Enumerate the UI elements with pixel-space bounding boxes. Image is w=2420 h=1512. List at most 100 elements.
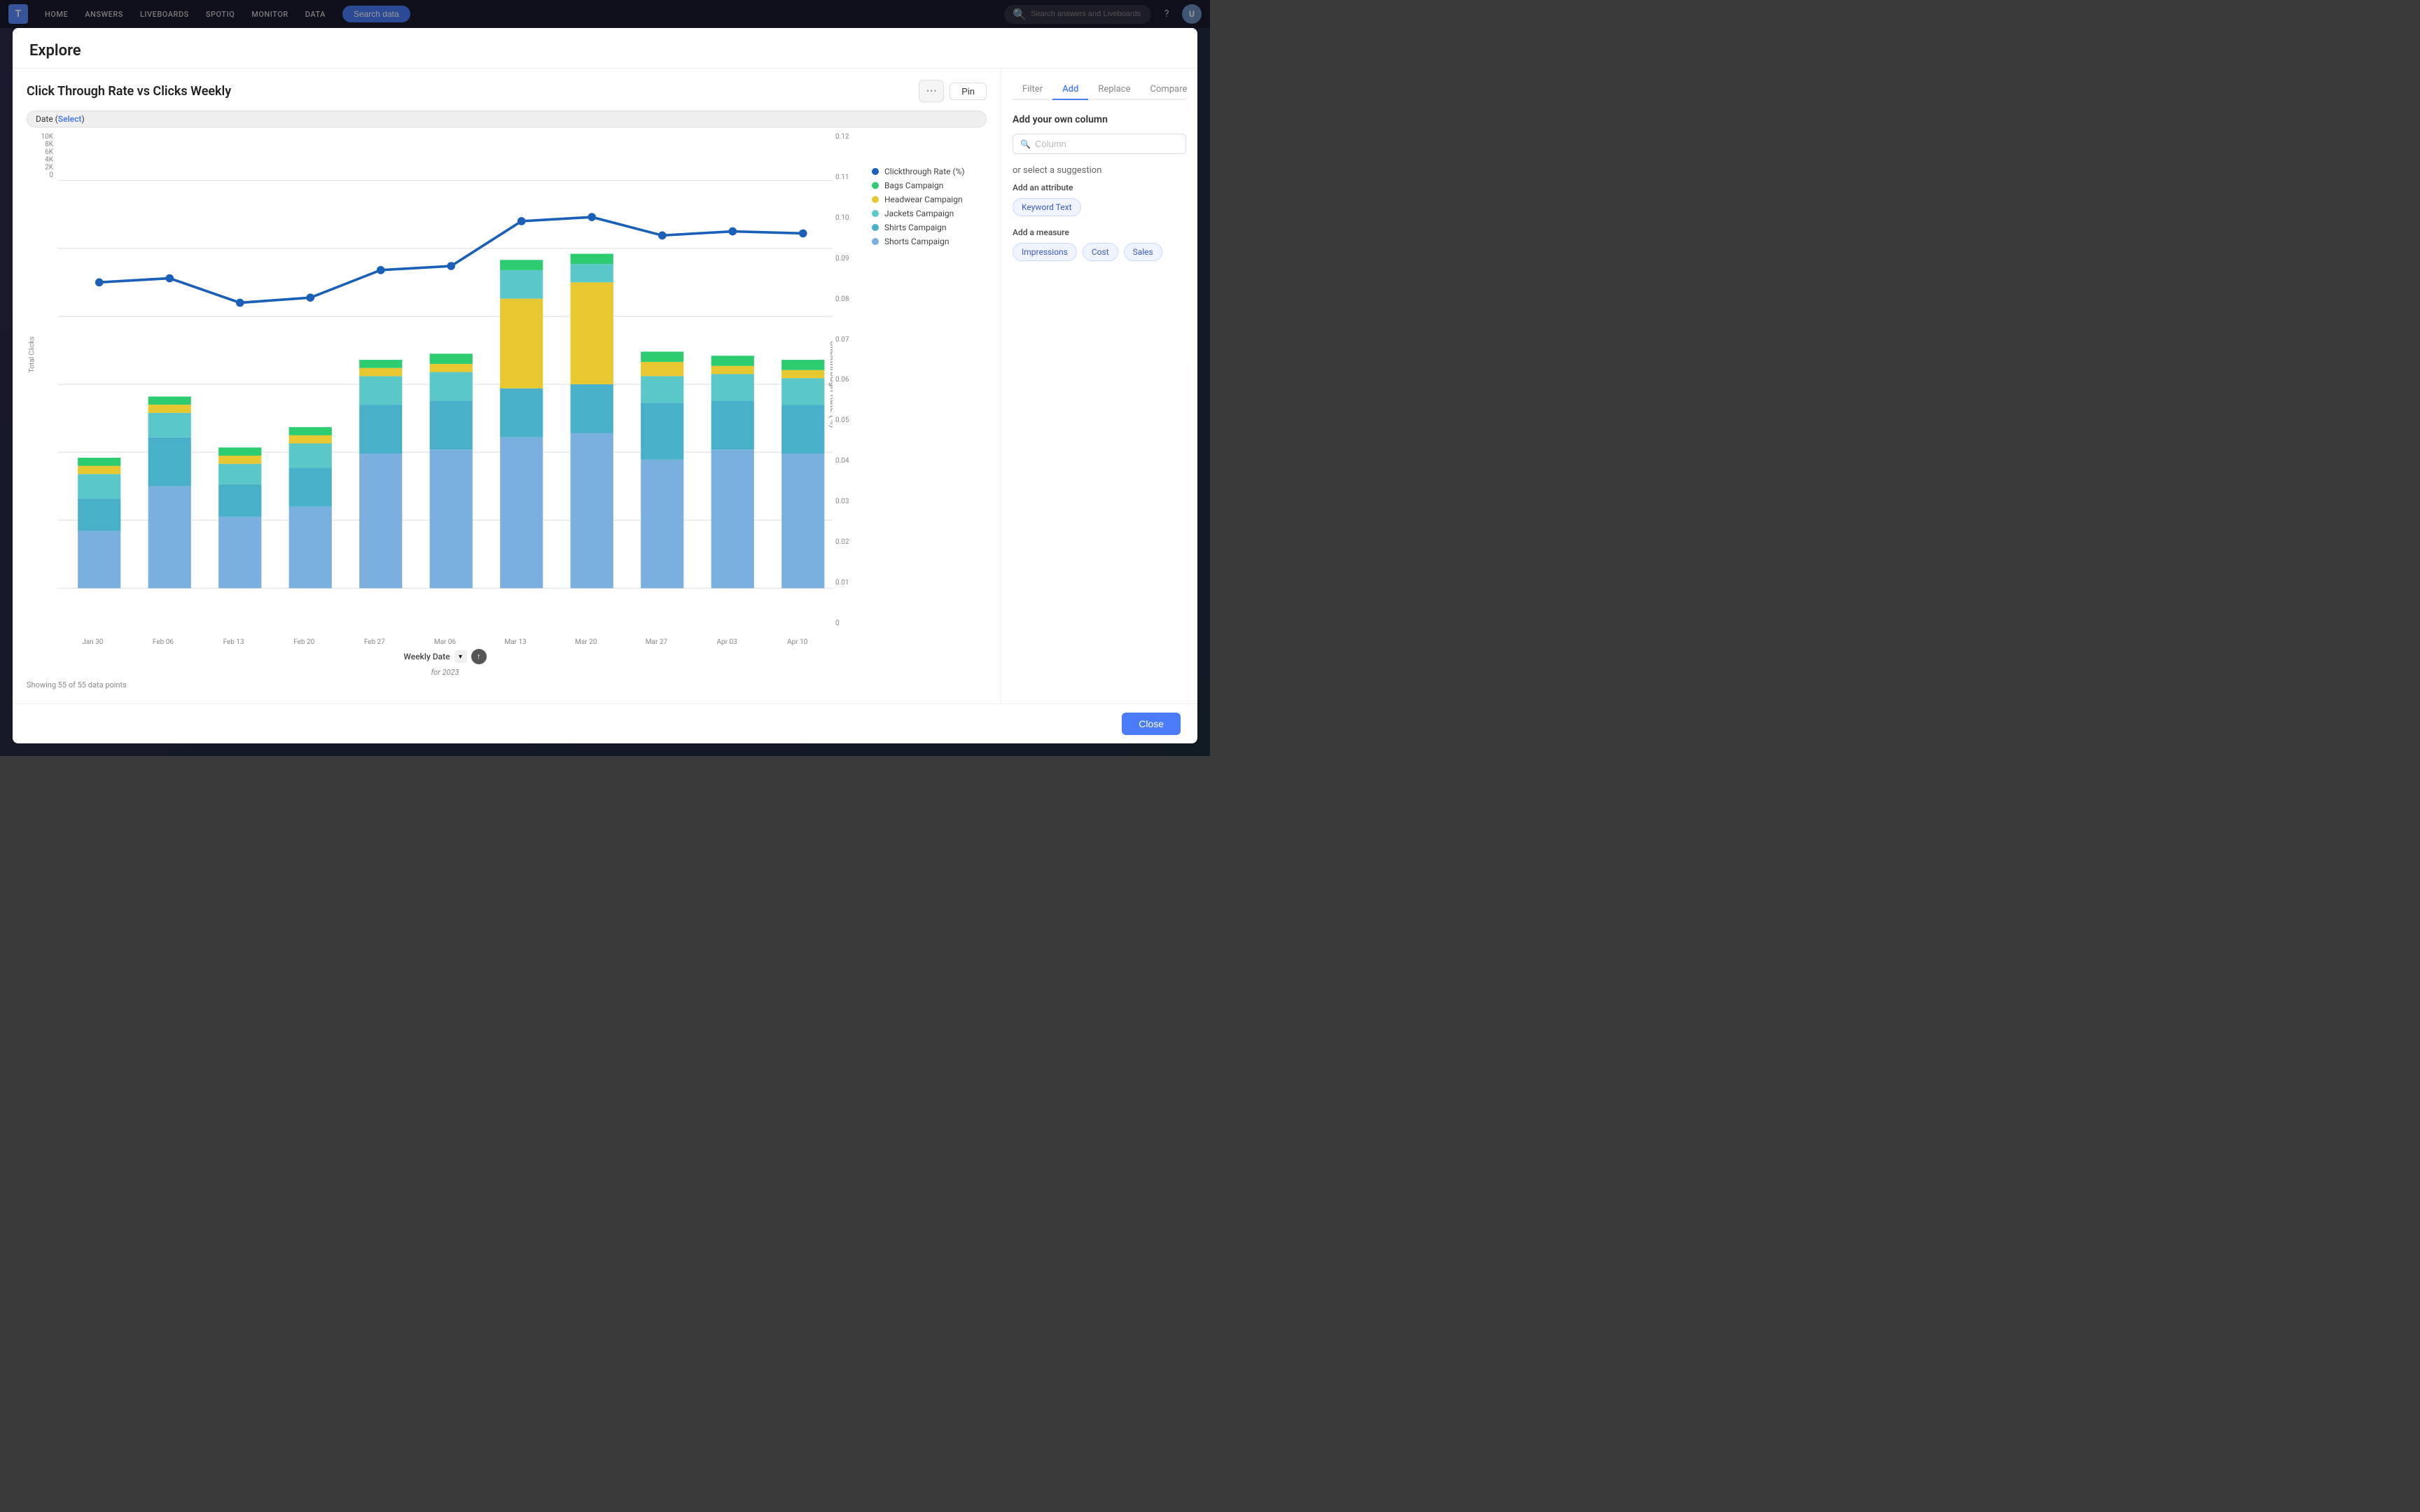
y-right-0.04: 0.04 — [835, 457, 849, 465]
filter-chip-post: ) — [81, 114, 84, 124]
bar-mar20 — [571, 254, 613, 589]
chart-plot: Clickthrough Rate (%) Jan 30 Feb 06 Feb … — [57, 133, 833, 678]
bar-feb06 — [148, 396, 191, 588]
pin-button[interactable]: Pin — [950, 83, 987, 100]
chart-actions: ··· Pin — [919, 80, 987, 102]
more-options-button[interactable]: ··· — [919, 80, 944, 102]
bar-jan30 — [78, 458, 120, 588]
chart-svg: Clickthrough Rate (%) — [57, 133, 833, 636]
dialog-footer: Close — [13, 704, 1197, 743]
y-right-0.01: 0.01 — [835, 579, 849, 587]
x-tick-mar20: Mar 20 — [550, 638, 621, 646]
bar-apr03 — [711, 356, 754, 588]
bars-area: Clickthrough Rate (%) — [57, 133, 833, 636]
column-search-box[interactable]: 🔍 — [1013, 134, 1186, 154]
legend-item-bags: Bags Campaign — [872, 181, 975, 190]
close-button[interactable]: Close — [1122, 713, 1181, 735]
legend-dot-jackets — [872, 210, 879, 217]
y-right-0.02: 0.02 — [835, 538, 849, 546]
x-tick-feb20: Feb 20 — [269, 638, 340, 646]
x-tick-mar27: Mar 27 — [621, 638, 692, 646]
bar-mar06 — [430, 354, 473, 588]
dialog-header: Explore — [13, 28, 1197, 69]
weekly-date-sub: for 2023 — [57, 664, 833, 678]
ctr-dot-4 — [306, 293, 314, 302]
chart-container: Total Clicks 10K 8K 6K 4K 2K 0 — [27, 133, 987, 692]
weekly-date-dropdown[interactable]: ▾ — [454, 650, 467, 663]
tab-replace[interactable]: Replace — [1088, 80, 1140, 100]
y-tick-0: 0 — [49, 172, 53, 179]
legend-label-headwear: Headwear Campaign — [884, 195, 963, 204]
legend-label-shorts: Shorts Campaign — [884, 237, 949, 246]
ctr-dot-11 — [799, 230, 807, 238]
bar-feb13 — [218, 447, 261, 588]
y-tick-2k: 2K — [45, 164, 53, 172]
weekly-date-label: Weekly Date — [403, 652, 450, 662]
legend-item-shorts: Shorts Campaign — [872, 237, 975, 246]
date-filter-chip[interactable]: Date (Select) — [27, 111, 987, 127]
add-measure-label: Add a measure — [1013, 227, 1186, 237]
x-axis-labels: Jan 30 Feb 06 Feb 13 Feb 20 Feb 27 Mar 0… — [57, 636, 833, 646]
chip-sales[interactable]: Sales — [1124, 243, 1162, 261]
ctr-dot-6 — [447, 262, 455, 270]
ctr-dot-2 — [165, 274, 174, 283]
chip-cost[interactable]: Cost — [1083, 243, 1118, 261]
measure-chips: Impressions Cost Sales — [1013, 243, 1186, 261]
chart-inner: Total Clicks 10K 8K 6K 4K 2K 0 — [27, 133, 987, 678]
dialog-title: Explore — [29, 42, 1181, 59]
x-tick-feb27: Feb 27 — [340, 638, 410, 646]
chart-header: Click Through Rate vs Clicks Weekly ··· … — [27, 80, 987, 102]
add-attribute-label: Add an attribute — [1013, 183, 1186, 192]
svg-text:Clickthrough Rate (%): Clickthrough Rate (%) — [828, 341, 833, 428]
legend-item-shirts: Shirts Campaign — [872, 223, 975, 232]
tab-filter[interactable]: Filter — [1013, 80, 1052, 100]
y-right-0.09: 0.09 — [835, 255, 849, 262]
chip-keyword-text[interactable]: Keyword Text — [1013, 198, 1081, 216]
filter-chip-highlight: Select — [58, 114, 82, 124]
legend-dot-ctr — [872, 168, 879, 175]
legend-label-shirts: Shirts Campaign — [884, 223, 947, 232]
y-tick-8k: 8K — [45, 141, 53, 148]
chart-legend: Clickthrough Rate (%) Bags Campaign Head… — [861, 161, 987, 252]
y-right-0.07: 0.07 — [835, 336, 849, 344]
column-search-input[interactable] — [1035, 139, 1178, 149]
ctr-dot-1 — [95, 279, 104, 287]
bar-mar13 — [500, 260, 543, 588]
y-axis-left-label: Total Clicks — [28, 337, 36, 373]
dialog-body: Click Through Rate vs Clicks Weekly ··· … — [13, 69, 1197, 704]
chart-footer: Showing 55 of 55 data points — [27, 678, 987, 692]
weekly-date-sort[interactable]: ↑ — [471, 649, 487, 664]
x-tick-mar06: Mar 06 — [410, 638, 480, 646]
ctr-dot-9 — [658, 232, 667, 240]
y-right-0.11: 0.11 — [835, 174, 849, 181]
bar-feb20 — [289, 427, 332, 588]
legend-item-headwear: Headwear Campaign — [872, 195, 975, 204]
x-tick-feb06: Feb 06 — [128, 638, 199, 646]
panel-section-title: Add your own column — [1013, 114, 1186, 125]
y-tick-6k: 6K — [45, 148, 53, 156]
y-axis-right: 0.12 0.11 0.10 0.09 0.08 0.07 0.06 0.05 … — [833, 133, 861, 678]
y-right-0.12: 0.12 — [835, 133, 849, 141]
legend-dot-shorts — [872, 238, 879, 245]
legend-item-jackets: Jackets Campaign — [872, 209, 975, 218]
tab-compare[interactable]: Compare — [1140, 80, 1197, 100]
y-right-0.06: 0.06 — [835, 376, 849, 384]
ctr-line — [99, 217, 803, 302]
suggestion-section-title: or select a suggestion — [1013, 165, 1186, 176]
attribute-chips: Keyword Text — [1013, 198, 1186, 216]
x-tick-mar13: Mar 13 — [480, 638, 551, 646]
ctr-dot-10 — [728, 227, 737, 236]
bar-apr10 — [781, 360, 824, 588]
y-tick-10k: 10K — [41, 133, 53, 141]
ctr-dot-5 — [377, 266, 385, 274]
right-panel: Filter Add Replace Compare Add your own … — [1001, 69, 1197, 704]
filter-chip-pre: Date ( — [36, 114, 58, 124]
tab-add[interactable]: Add — [1052, 80, 1088, 100]
y-axis-left: Total Clicks 10K 8K 6K 4K 2K 0 — [27, 133, 57, 678]
x-tick-jan30: Jan 30 — [57, 638, 128, 646]
ctr-dot-8 — [587, 213, 596, 221]
ctr-dot-7 — [517, 217, 526, 225]
legend-dot-headwear — [872, 196, 879, 203]
x-tick-feb13: Feb 13 — [198, 638, 269, 646]
chip-impressions[interactable]: Impressions — [1013, 243, 1077, 261]
